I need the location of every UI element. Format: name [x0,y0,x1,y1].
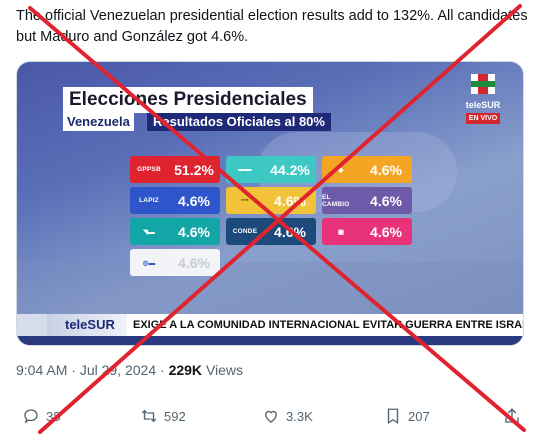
share-button[interactable] [503,402,521,430]
result-percentage: 4.6% [178,254,210,271]
result-percentage: 4.6% [178,223,210,240]
result-percentage: 51.2% [174,161,214,178]
result-tile: EL CAMBIO 4.6% [322,187,412,214]
result-percentage: 4.6% [178,192,210,209]
result-percentage: 4.6% [370,161,402,178]
reply-count: 38 [46,408,61,424]
party-logo: ▬▬ [238,166,252,173]
separator: · [160,362,169,378]
heart-icon [265,410,277,423]
channel-name: teleSUR [465,100,501,110]
live-badge: EN VIVO [466,113,500,124]
result-tile: ▣ 4.6% [322,218,412,245]
views-count: 229K [168,362,203,378]
telesur-mark-icon [471,74,495,94]
tweet-time[interactable]: 9:04 AM [16,362,67,378]
bookmark-icon [387,408,399,425]
reply-icon [24,409,38,424]
result-percentage: 4.6% [274,223,306,240]
reply-button[interactable]: 38 [22,402,60,430]
result-percentage: 4.6% [370,192,402,209]
action-bar: 38 592 3.3K 207 [0,402,552,430]
repost-button[interactable]: 592 [140,402,186,430]
result-tile: GPPSB 51.2% [130,156,220,183]
ticker-bottom-strip [17,336,523,345]
bookmark-button[interactable]: 207 [384,402,430,430]
tweet-text: The official Venezuelan presidential ele… [16,8,528,45]
like-button[interactable]: 3.3K [262,402,313,430]
result-tile: CONDE 4.6% [226,218,316,245]
party-logo: GPPSB [137,166,161,173]
result-percentage: 44.2% [270,161,310,178]
result-tile: ◆ 4.6% [322,156,412,183]
ticker-accent [17,314,47,336]
result-tile: ◥▬ 4.6% [130,218,220,245]
result-percentage: 4.6% [274,192,306,209]
party-logo: ◥▬ [143,228,155,236]
broadcast-title: Elecciones Presidenciales [63,87,313,113]
ticker-brand: teleSUR [47,314,127,336]
tweet-image[interactable]: Elecciones Presidenciales Venezuela Resu… [16,61,524,346]
result-percentage: 4.6% [370,223,402,240]
party-logo: LAPIZ [139,197,159,204]
party-logo: ◎▬ [142,259,156,267]
tweet-date[interactable]: Jul 29, 2024 [80,362,156,378]
party-logo: ▣ [337,228,345,236]
party-logo: ◆ [338,166,344,174]
result-tile: ▬▬ 44.2% [226,156,316,183]
like-count: 3.3K [286,408,313,424]
result-tile: LAPIZ 4.6% [130,187,220,214]
broadcast-results-label: Resultados Oficiales al 80% [147,113,331,131]
broadcast-country: Venezuela [63,113,134,131]
views-label: Views [205,362,244,378]
share-icon [505,408,519,423]
bookmark-count: 207 [408,408,430,424]
party-logo: CONDE [232,228,258,235]
news-ticker: teleSUR EXIGE A LA COMUNIDAD INTERNACION… [17,314,523,336]
repost-icon [141,409,157,423]
background-shape [17,262,523,322]
tweet-meta: 9:04 AM · Jul 29, 2024 · 229K Views [16,362,243,378]
party-logo: ▪▪▪ [241,197,249,204]
result-tile: ◎▬ 4.6% [130,249,220,276]
result-tile: ▪▪▪ 4.6% [226,187,316,214]
ticker-text: EXIGE A LA COMUNIDAD INTERNACIONAL EVITA… [133,319,523,331]
telesur-logo: teleSUR EN VIVO [455,70,511,128]
party-logo: EL CAMBIO [322,193,350,208]
separator: · [71,362,80,378]
repost-count: 592 [164,408,186,424]
